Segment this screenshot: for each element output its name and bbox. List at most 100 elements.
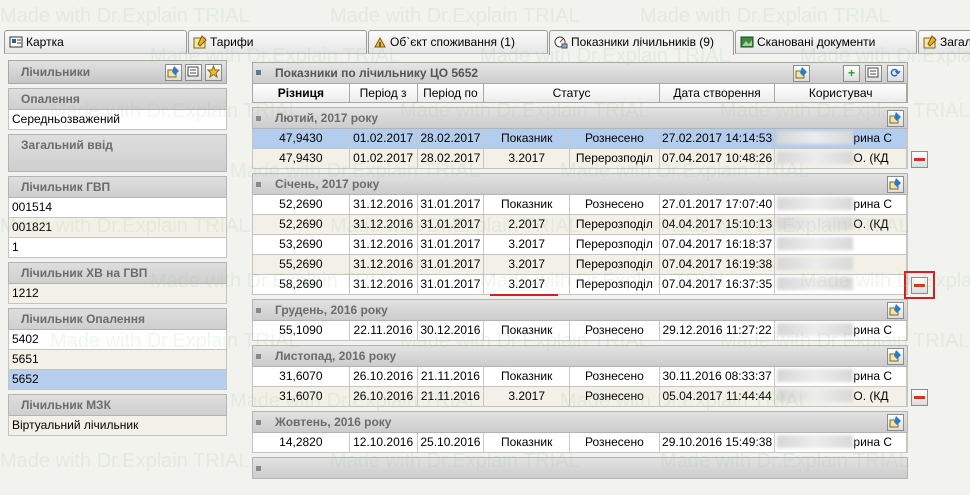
- cell-user: рина С: [775, 195, 907, 214]
- redacted-name: [777, 277, 854, 290]
- group-mzk[interactable]: Лічильник МЗК: [8, 394, 227, 416]
- meter-item[interactable]: 5651: [8, 350, 227, 370]
- meter-item[interactable]: 001821: [8, 218, 227, 238]
- cell-from: 31.12.2016: [350, 195, 418, 214]
- month-group-header[interactable]: Листопад, 2016 року: [252, 345, 908, 367]
- delete-row-icon[interactable]: [911, 389, 928, 406]
- redacted-name: [777, 257, 854, 270]
- group-main-input[interactable]: Загальний ввід: [8, 134, 227, 172]
- table-row[interactable]: 55,1090 22.11.2016 30.12.2016 Показник Розне…: [252, 321, 908, 341]
- group-edit-icon[interactable]: [887, 348, 904, 365]
- cell-user: [775, 275, 907, 294]
- group-edit-icon[interactable]: [887, 302, 904, 319]
- cell-user: рина С: [775, 129, 907, 148]
- user-name: рина С: [853, 369, 893, 383]
- meter-item[interactable]: 001514: [8, 198, 227, 218]
- month-group-header[interactable]: Грудень, 2016 року: [252, 299, 908, 321]
- table-row[interactable]: 14,2820 12.10.2016 25.10.2016 Показник Розне…: [252, 433, 908, 453]
- month-group-header[interactable]: Жовтень, 2016 року: [252, 411, 908, 433]
- tab-card[interactable]: Картка: [4, 30, 187, 54]
- tab-tariffs[interactable]: Тарифи: [188, 30, 367, 54]
- delete-row-icon[interactable]: [911, 151, 928, 168]
- col-diff[interactable]: Різниця: [253, 84, 350, 102]
- cell-s2: Перерозподіл: [570, 255, 660, 274]
- meter-item[interactable]: 1: [8, 238, 227, 258]
- redacted-name: [777, 217, 854, 230]
- group-edit-icon[interactable]: [887, 176, 904, 193]
- cell-created: 29.12.2016 11:27:22: [660, 321, 776, 340]
- table-row[interactable]: 58,2690 31.12.2016 31.01.2017 3.2017 Перероз…: [252, 275, 908, 295]
- tab-general[interactable]: Загал: [918, 30, 970, 54]
- meter-item[interactable]: Середньозважений: [8, 110, 227, 130]
- col-status[interactable]: Статус: [484, 84, 660, 102]
- month-group-header[interactable]: Січень, 2017 року: [252, 173, 908, 195]
- cell-from: 12.10.2016: [350, 433, 418, 452]
- cell-from: 22.11.2016: [350, 321, 418, 340]
- col-from[interactable]: Період з: [350, 84, 418, 102]
- table-row[interactable]: 47,9430 01.02.2017 28.02.2017 3.2017 Перероз…: [252, 149, 908, 169]
- meters-panel-header: Лічильники: [8, 60, 227, 84]
- cell-user: О. (КД: [775, 215, 907, 234]
- col-created[interactable]: Дата створення: [660, 84, 776, 102]
- meter-item[interactable]: 1212: [8, 284, 227, 304]
- cell-s1: Показник: [484, 129, 571, 148]
- tab-meter-readings[interactable]: Показники лічильників (9): [549, 30, 734, 55]
- cell-created: 07.04.2017 16:18:37: [660, 235, 776, 254]
- meter-readings-icon: [554, 34, 568, 49]
- month-group-header[interactable]: [252, 457, 908, 479]
- table-row[interactable]: 52,2690 31.12.2016 31.01.2017 Показник Розне…: [252, 195, 908, 215]
- meter-item[interactable]: 5402: [8, 330, 227, 350]
- star-icon[interactable]: [205, 64, 222, 81]
- highlight-underline: [490, 294, 558, 296]
- cell-to: 31.01.2017: [418, 195, 485, 214]
- cell-s1: Показник: [484, 321, 571, 340]
- month-group-header[interactable]: Лютий, 2017 року: [252, 107, 908, 129]
- tab-object[interactable]: Об`єкт споживання (1): [368, 30, 548, 54]
- cell-from: 26.10.2016: [350, 387, 418, 406]
- meter-settings-icon[interactable]: [185, 64, 202, 81]
- table-row[interactable]: 53,2690 31.12.2016 31.01.2017 3.2017 Перероз…: [252, 235, 908, 255]
- cell-s2: Рознесено: [570, 433, 660, 452]
- settings-icon[interactable]: [865, 65, 882, 82]
- cell-to: 30.12.2016: [418, 321, 485, 340]
- cell-to: 31.01.2017: [418, 275, 485, 294]
- redacted-name: [777, 237, 854, 250]
- edit-meter-icon[interactable]: [165, 64, 182, 81]
- cell-s1: 2.2017: [484, 215, 571, 234]
- cell-created: 07.04.2017 16:37:35: [660, 275, 776, 294]
- table-row[interactable]: 52,2690 31.12.2016 31.01.2017 2.2017 Перероз…: [252, 215, 908, 235]
- add-icon[interactable]: +: [843, 65, 860, 82]
- table-row[interactable]: 47,9430 01.02.2017 28.02.2017 Показник Розне…: [252, 129, 908, 149]
- group-heating[interactable]: Опалення: [8, 88, 227, 110]
- cell-user: О. (КД: [775, 387, 907, 406]
- group-heating-meter[interactable]: Лічильник Опалення: [8, 308, 227, 330]
- cell-user: [775, 255, 907, 274]
- cell-created: 07.04.2017 16:19:38: [660, 255, 776, 274]
- cell-s2: Рознесено: [570, 387, 660, 406]
- col-user[interactable]: Користувач: [775, 84, 907, 102]
- table-row[interactable]: 31,6070 26.10.2016 21.11.2016 3.2017 Рознесе…: [252, 387, 908, 407]
- readings-table-body: Лютий, 2017 року 47,9430 01.02.2017 28.02.2…: [252, 107, 908, 479]
- group-edit-icon[interactable]: [887, 414, 904, 431]
- tab-scanned-docs[interactable]: Скановані документи: [735, 30, 917, 54]
- cell-s2: Перерозподіл: [570, 235, 660, 254]
- refresh-icon[interactable]: ⟳: [887, 65, 904, 82]
- group-edit-icon[interactable]: [887, 110, 904, 127]
- cell-from: 26.10.2016: [350, 367, 418, 386]
- col-to[interactable]: Період по: [418, 84, 485, 102]
- meter-item-selected[interactable]: 5652: [8, 370, 227, 390]
- group-hot-water[interactable]: Лічильник ГВП: [8, 176, 227, 198]
- tariff-icon: [193, 34, 207, 49]
- redacted-name: [777, 389, 854, 402]
- table-row[interactable]: 31,6070 26.10.2016 21.11.2016 Показник Розне…: [252, 367, 908, 387]
- group-cold-water-hot[interactable]: Лічильник ХВ на ГВП: [8, 262, 227, 284]
- watermark-text: Made with Dr.Explain TRIAL: [330, 5, 580, 27]
- cell-to: 21.11.2016: [418, 367, 485, 386]
- cell-from: 01.02.2017: [350, 149, 418, 168]
- meter-item[interactable]: Віртуальний лічильник: [8, 416, 227, 436]
- edit-reading-icon[interactable]: [793, 65, 810, 82]
- table-row[interactable]: 55,2690 31.12.2016 31.01.2017 3.2017 Перероз…: [252, 255, 908, 275]
- cell-diff: 53,2690: [253, 235, 350, 254]
- user-name: О. (КД: [853, 151, 889, 165]
- cell-user: [775, 235, 907, 254]
